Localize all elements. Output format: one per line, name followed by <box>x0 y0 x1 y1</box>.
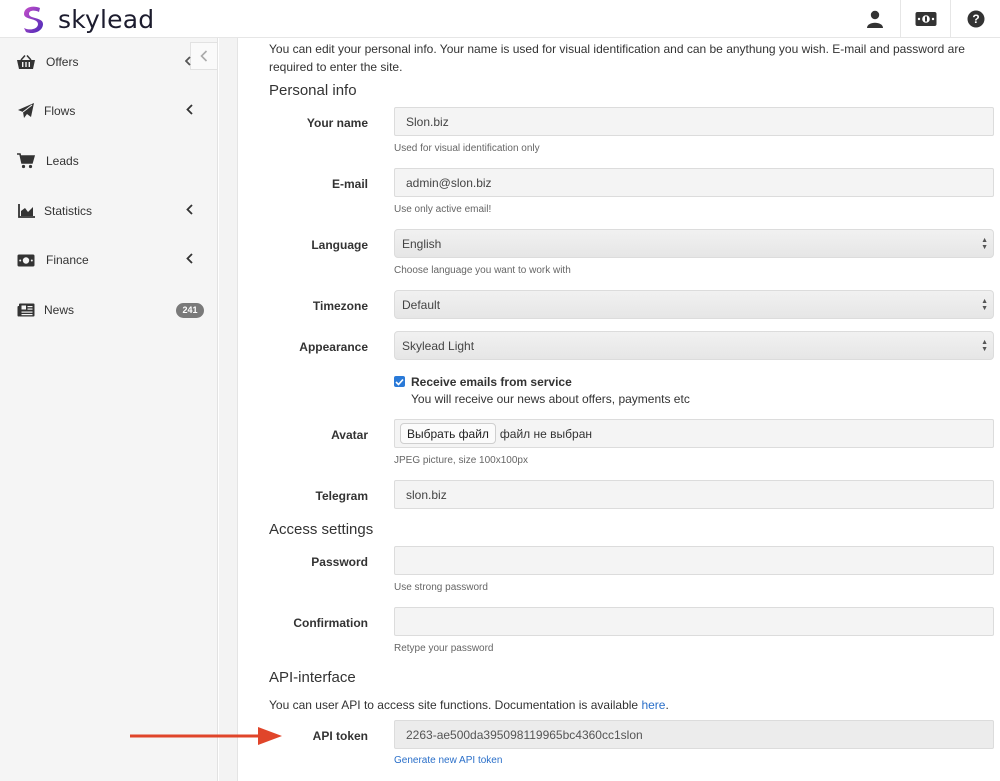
profile-button[interactable] <box>850 0 900 38</box>
language-select-value: English <box>402 236 442 251</box>
receive-emails-checkbox[interactable] <box>394 376 405 387</box>
cart-icon <box>16 153 36 169</box>
svg-text:?: ? <box>972 12 979 26</box>
language-label: Language <box>311 238 368 252</box>
avatar-label: Avatar <box>331 428 368 442</box>
newspaper-icon <box>16 302 36 318</box>
paper-plane-icon <box>16 103 36 119</box>
name-label: Your name <box>306 116 368 130</box>
password-input[interactable] <box>394 546 994 575</box>
access-settings-title: Access settings <box>269 521 374 538</box>
receive-emails-label[interactable]: Receive emails from service <box>411 375 572 389</box>
timezone-select[interactable]: Default ▲ ▼ <box>394 290 994 319</box>
appearance-label: Appearance <box>299 340 368 354</box>
api-description-text: You can user API to access site function… <box>269 698 642 712</box>
area-chart-icon <box>16 203 36 219</box>
sidebar-item-label: News <box>44 303 75 317</box>
help-icon: ? <box>967 10 984 28</box>
sidebar-item-leads[interactable]: Leads <box>0 146 218 176</box>
help-button[interactable]: ? <box>950 0 1000 38</box>
select-arrows-icon: ▲ ▼ <box>981 237 988 251</box>
money-icon <box>16 252 36 268</box>
telegram-label: Telegram <box>315 489 368 503</box>
api-description: You can user API to access site function… <box>269 696 994 714</box>
password-label: Password <box>311 555 368 569</box>
appearance-select[interactable]: Skylead Light ▲ ▼ <box>394 331 994 360</box>
generate-api-token-link[interactable]: Generate new API token <box>394 755 502 766</box>
email-input[interactable]: admin@slon.biz <box>394 168 994 197</box>
chevron-left-icon <box>186 204 193 218</box>
personal-info-title: Personal info <box>269 82 357 99</box>
sidebar-item-offers[interactable]: Offers <box>0 47 218 77</box>
sidebar-item-label: Flows <box>44 104 76 118</box>
timezone-label: Timezone <box>312 299 368 313</box>
language-select[interactable]: English ▲ ▼ <box>394 229 994 258</box>
skylead-logo-icon <box>24 6 43 34</box>
news-count-badge: 241 <box>176 302 204 318</box>
name-help-text: Used for visual identification only <box>394 143 540 154</box>
appearance-select-value: Skylead Light <box>402 338 475 353</box>
confirmation-help-text: Retype your password <box>394 643 494 654</box>
chevron-left-icon <box>186 253 193 267</box>
brand-name: skylead <box>58 4 155 34</box>
email-label: E-mail <box>331 177 368 191</box>
annotation-arrow-icon <box>130 727 282 745</box>
money-icon <box>915 12 936 26</box>
file-status-text: файл не выбран <box>499 426 592 441</box>
api-token-field[interactable]: 2263-ae500da395098119965bc4360cc1slon <box>394 720 994 749</box>
name-input[interactable]: Slon.biz <box>394 107 994 136</box>
choose-file-button[interactable]: Выбрать файл <box>400 423 496 444</box>
select-arrows-icon: ▲ ▼ <box>981 339 988 353</box>
language-help-text: Choose language you want to work with <box>394 265 571 276</box>
confirmation-input[interactable] <box>394 607 994 636</box>
chevron-left-icon <box>186 104 193 118</box>
sidebar-item-label: Statistics <box>44 204 93 218</box>
top-bar: skylead ? <box>0 0 1000 38</box>
sidebar: Offers Flows Leads Statistics Finance Ne <box>0 38 218 781</box>
main-area: You can edit your personal info. Your na… <box>219 38 1000 781</box>
profile-card: You can edit your personal info. Your na… <box>237 38 1000 781</box>
receive-emails-description: You will receive our news about offers, … <box>411 392 690 406</box>
telegram-input[interactable]: slon.biz <box>394 480 994 509</box>
logo[interactable]: skylead <box>16 3 154 35</box>
avatar-file-input[interactable]: Выбрать файл файл не выбран <box>394 419 994 448</box>
finance-button[interactable] <box>900 0 950 38</box>
sidebar-item-label: Leads <box>46 154 79 168</box>
email-help-text: Use only active email! <box>394 204 492 215</box>
sidebar-item-statistics[interactable]: Statistics <box>0 196 218 226</box>
api-docs-link[interactable]: here <box>641 698 665 712</box>
profile-intro-text: You can edit your personal info. Your na… <box>269 42 965 74</box>
confirmation-label: Confirmation <box>293 616 368 630</box>
sidebar-item-finance[interactable]: Finance <box>0 245 218 275</box>
sidebar-item-flows[interactable]: Flows <box>0 96 218 126</box>
chevron-left-icon <box>184 55 191 69</box>
api-interface-title: API-interface <box>269 669 356 686</box>
timezone-select-value: Default <box>402 297 441 312</box>
checkmark-icon <box>395 378 404 386</box>
sidebar-item-news[interactable]: News 241 <box>0 295 218 325</box>
sidebar-item-label: Offers <box>46 55 79 69</box>
select-arrows-icon: ▲ ▼ <box>981 298 988 312</box>
api-description-suffix: . <box>665 698 669 712</box>
sidebar-item-label: Finance <box>46 253 89 267</box>
user-icon <box>867 10 883 28</box>
basket-icon <box>16 54 36 70</box>
avatar-help-text: JPEG picture, size 100x100px <box>394 455 528 466</box>
password-help-text: Use strong password <box>394 582 488 593</box>
